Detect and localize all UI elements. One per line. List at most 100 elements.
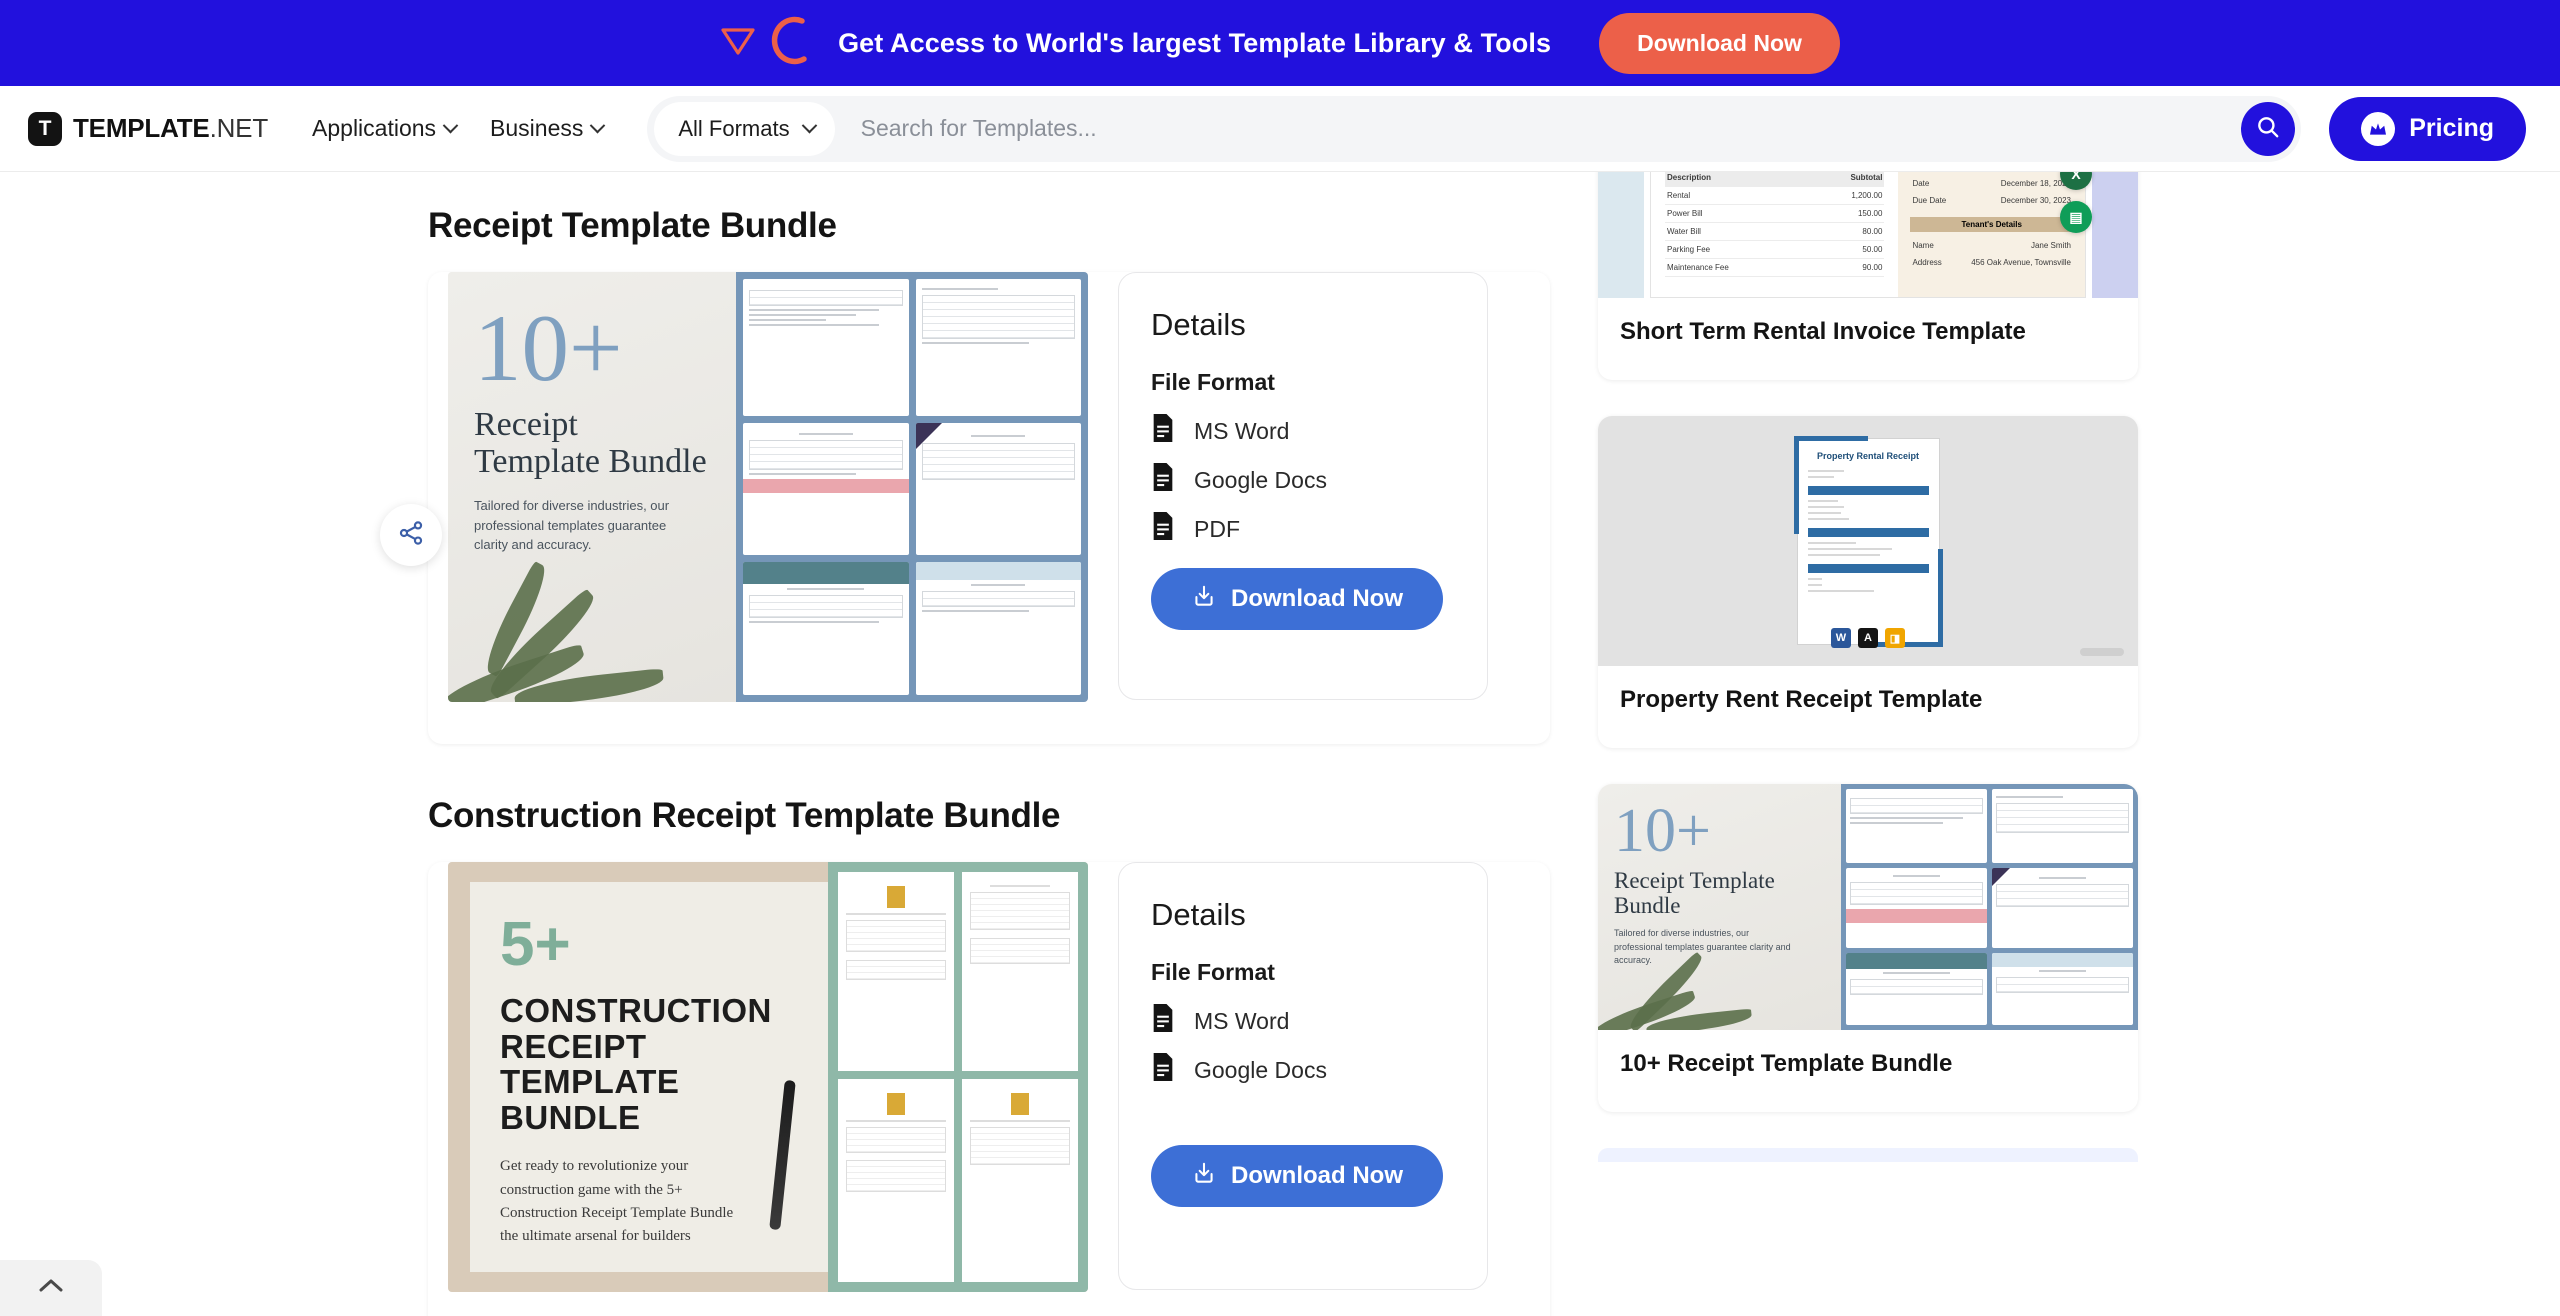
search-icon	[2255, 114, 2281, 143]
promo-icon-group	[720, 15, 812, 72]
receipt-bundle-artwork: 10+ Receipt Template Bundle Tailored for…	[1598, 784, 2138, 1030]
artwork-count: 10+	[1614, 797, 1711, 865]
invoice-row-amount: 1,200.00	[1851, 191, 1883, 200]
invoice-row: Parking Fee 50.00	[1665, 241, 1885, 259]
artwork-doc-grid	[1841, 784, 2138, 1030]
download-icon	[1191, 583, 1217, 616]
promo-download-button[interactable]: Download Now	[1599, 12, 1840, 74]
format-label-ms-word: MS Word	[1194, 417, 1290, 444]
card-caption: 10+ Receipt Template Bundle	[1620, 1050, 1953, 1077]
tenant-address-value: 456 Oak Avenue, Townsville	[1971, 258, 2071, 267]
accent-bar	[1793, 435, 1868, 441]
mini-doc	[915, 562, 1081, 695]
invoice-row: Power Bill 150.00	[1665, 205, 1885, 223]
construction-bundle-artwork: 5+ CONSTRUCTION RECEIPT TEMPLATE BUNDLE …	[448, 862, 1088, 1292]
artwork-count: 5+	[500, 910, 571, 979]
details-card: Details File Format MS Word Google Docs …	[1118, 272, 1488, 700]
product-block: 10+ Receipt Template Bundle Tailored for…	[380, 272, 1550, 744]
tenant-address-label: Address	[1912, 258, 1942, 267]
chevron-up-icon	[35, 1275, 67, 1302]
sidebar-next-card-peek	[1598, 1148, 2138, 1162]
mini-doc	[915, 422, 1081, 556]
download-now-label: Download Now	[1231, 585, 1403, 612]
related-templates-sidebar: RENTAL INVOICE Property: Lakeside Cottag…	[1590, 86, 2560, 1316]
promo-banner: Get Access to World's largest Template L…	[0, 0, 2560, 86]
format-item-google-docs[interactable]: Google Docs	[1151, 1053, 1455, 1087]
invoice-due-row: Due Date December 30, 2023	[1910, 192, 2073, 209]
details-card: Details File Format MS Word Google Docs …	[1118, 862, 1488, 1290]
nav-item-applications[interactable]: Applications	[298, 105, 470, 152]
format-item-google-docs[interactable]: Google Docs	[1151, 463, 1455, 497]
mini-doc	[962, 1078, 1078, 1282]
crown-icon	[2361, 111, 2396, 146]
brand-name: TEMPLATE	[73, 113, 210, 143]
share-button[interactable]	[380, 504, 442, 566]
invoice-date-label: Date	[1912, 179, 1930, 188]
format-item-ms-word[interactable]: MS Word	[1151, 414, 1455, 448]
brand-mark-icon: T	[28, 111, 62, 146]
artwork-doc-grid	[736, 272, 1088, 702]
download-now-button[interactable]: Download Now	[1151, 568, 1443, 630]
tenant-name-value: Jane Smith	[2030, 241, 2071, 250]
mini-doc	[1846, 789, 1987, 863]
promo-message: Get Access to World's largest Template L…	[838, 27, 1552, 58]
document-icon	[1151, 512, 1175, 546]
card-thumbnail: 10+ Receipt Template Bundle Tailored for…	[1598, 784, 2138, 1030]
main-column: Receipt Template Bundle 10+ Receipt Temp…	[0, 172, 1590, 1316]
sidebar-card-receipt-template-bundle[interactable]: 10+ Receipt Template Bundle Tailored for…	[1598, 784, 2138, 1112]
document-icon	[1151, 1004, 1175, 1038]
scroll-to-top-button[interactable]	[0, 1260, 102, 1316]
product-thumbnail[interactable]: 10+ Receipt Template Bundle Tailored for…	[448, 272, 1088, 702]
mini-doc	[915, 279, 1081, 416]
invoice-date-row: Date December 18, 2023	[1910, 175, 2073, 192]
download-icon	[1191, 1160, 1217, 1193]
product-thumbnail[interactable]: 5+ CONSTRUCTION RECEIPT TEMPLATE BUNDLE …	[448, 862, 1088, 1292]
artwork-cover-panel: 10+ Receipt Template Bundle Tailored for…	[1598, 784, 1841, 1030]
artwork-heading: CONSTRUCTION RECEIPT TEMPLATE BUNDLE	[500, 991, 772, 1136]
tenant-details-header: Tenant's Details	[1910, 217, 2073, 232]
mini-doc	[1992, 789, 2133, 863]
format-item-pdf[interactable]: PDF	[1151, 512, 1455, 546]
word-icon: W	[1831, 628, 1851, 648]
document-icon	[1151, 414, 1175, 448]
artwork-heading: Receipt Template Bundle	[1614, 867, 1775, 919]
nav-item-business[interactable]: Business	[476, 105, 617, 152]
site-header: T TEMPLATE.NET Applications Business All…	[0, 86, 2560, 172]
invoice-row: Rental 1,200.00	[1665, 187, 1885, 205]
pricing-label: Pricing	[2409, 114, 2494, 142]
chevron-down-icon	[590, 117, 606, 134]
nav-label-business: Business	[490, 115, 584, 141]
tenant-name-row: Name Jane Smith	[1910, 237, 2073, 254]
details-title: Details	[1151, 897, 1246, 932]
google-sheets-icon: ▤	[2060, 201, 2092, 233]
mini-doc	[743, 562, 909, 695]
format-item-ms-word[interactable]: MS Word	[1151, 1004, 1455, 1038]
invoice-row-label: Water Bill	[1667, 227, 1701, 236]
format-selector-label: All Formats	[678, 115, 790, 141]
search-input[interactable]	[834, 115, 2242, 142]
product-block: 5+ CONSTRUCTION RECEIPT TEMPLATE BUNDLE …	[428, 862, 1550, 1316]
invoice-col-subtotal: Subtotal	[1850, 173, 1883, 182]
format-selector[interactable]: All Formats	[654, 101, 835, 156]
pages-icon: ◨	[1885, 628, 1905, 648]
receipt-section-bar	[1807, 485, 1929, 495]
brand-logo[interactable]: T TEMPLATE.NET	[28, 111, 268, 146]
invoice-row-amount: 80.00	[1862, 227, 1883, 236]
invoice-row-label: Rental	[1667, 191, 1691, 200]
search-button[interactable]	[2241, 101, 2296, 156]
brand-wordmark: TEMPLATE.NET	[73, 113, 268, 144]
file-format-icons: W A ◨	[1831, 628, 1905, 648]
chevron-down-icon	[442, 117, 459, 134]
page-title: Receipt Template Bundle	[428, 206, 837, 245]
card-thumbnail: Property Rental Receipt W A ◨	[1598, 416, 2138, 666]
pricing-button[interactable]: Pricing	[2329, 96, 2526, 161]
accent-bar	[1937, 548, 1943, 647]
download-now-button[interactable]: Download Now	[1151, 1145, 1443, 1207]
invoice-col-description: Description	[1667, 173, 1712, 182]
mini-doc	[743, 422, 909, 556]
receipt-bundle-artwork: 10+ Receipt Template Bundle Tailored for…	[448, 272, 1088, 702]
sidebar-card-property-rent-receipt[interactable]: Property Rental Receipt W A ◨ Property R…	[1598, 416, 2138, 748]
mini-doc	[1846, 867, 1987, 949]
artwork-heading: Receipt Template Bundle	[474, 405, 707, 480]
crescent-arc-icon	[766, 15, 812, 72]
